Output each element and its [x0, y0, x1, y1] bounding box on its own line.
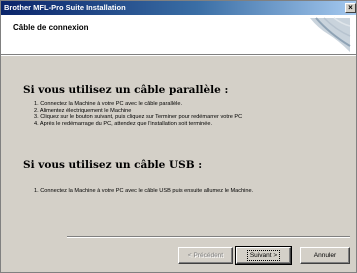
parallel-steps: 1. Connectez la Machine à votre PC avec …: [34, 101, 242, 127]
back-button[interactable]: < Précédent: [178, 247, 233, 264]
usb-step: 1. Connectez la Machine à votre PC avec …: [34, 188, 254, 194]
instructions-panel: Si vous utilisez un câble parallèle : 1.…: [1, 56, 356, 236]
installer-window: Brother MFL-Pro Suite Installation × Câb…: [0, 0, 357, 273]
close-button[interactable]: ×: [345, 3, 356, 13]
next-button[interactable]: Suivant >: [235, 246, 292, 265]
usb-section-title: Si vous utilisez un câble USB :: [23, 159, 203, 171]
footer-separator-highlight: [67, 237, 350, 238]
parallel-step: 4. Après le redémarrage du PC, attendez …: [34, 120, 212, 127]
parallel-section-title: Si vous utilisez un câble parallèle :: [23, 84, 229, 96]
cancel-button[interactable]: Annuler: [300, 247, 350, 264]
usb-steps: 1. Connectez la Machine à votre PC avec …: [34, 188, 253, 195]
window-title: Brother MFL-Pro Suite Installation: [4, 3, 126, 12]
next-button-label: Suivant >: [246, 250, 281, 261]
parallel-step: 3. Cliquez sur le bouton suivant, puis c…: [34, 114, 243, 120]
page-title: Câble de connexion: [13, 23, 89, 32]
title-bar: Brother MFL-Pro Suite Installation ×: [1, 1, 356, 15]
wizard-header: Câble de connexion: [1, 15, 356, 55]
wizard-corner-graphic-icon: [310, 17, 351, 52]
